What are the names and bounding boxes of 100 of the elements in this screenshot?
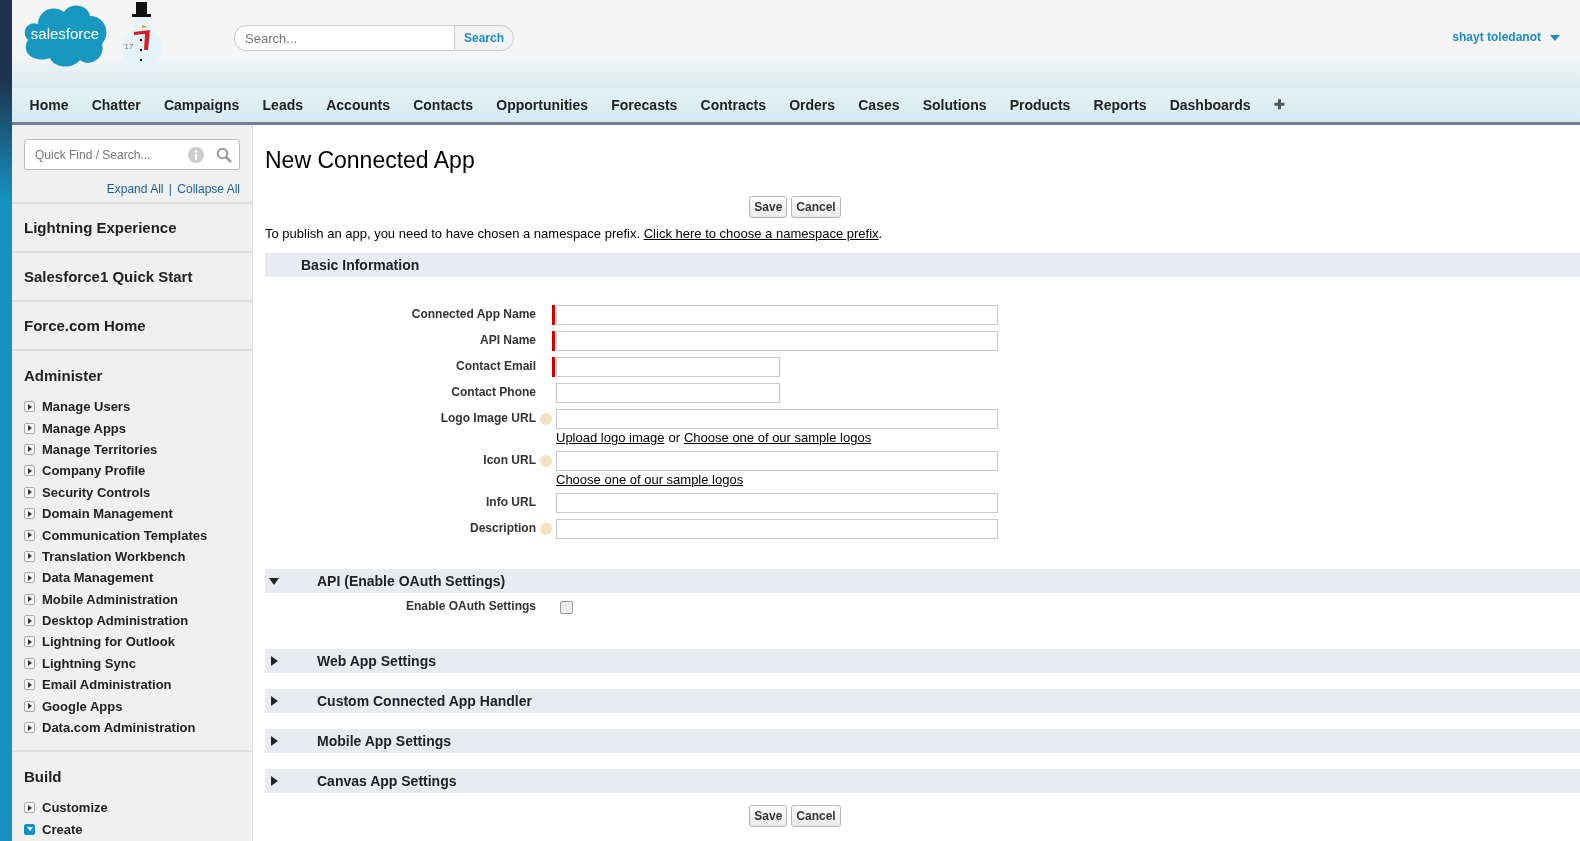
expand-arrow-icon[interactable] [269, 776, 279, 786]
sidebar-item[interactable]: Manage Territories [42, 441, 158, 457]
expand-arrow-icon[interactable] [269, 656, 279, 666]
sidebar-link[interactable]: Lightning Experience [12, 202, 252, 251]
section-header[interactable]: Custom Connected App Handler [265, 689, 1580, 713]
nav-tab[interactable]: Solutions [911, 88, 999, 122]
search-field[interactable]: Search... [234, 25, 454, 51]
expand-icon[interactable] [24, 401, 35, 413]
nav-tab[interactable]: Orders [777, 88, 847, 122]
field-label: Logo Image URL [440, 411, 536, 427]
expand-icon[interactable] [24, 443, 35, 455]
form-button[interactable]: Save [749, 196, 788, 218]
nav-tab[interactable]: Contacts [401, 88, 485, 122]
nav-tab[interactable]: Reports [1081, 88, 1159, 122]
page-title: New Connected App [265, 147, 476, 174]
sidebar-item[interactable]: Lightning for Outlook [42, 634, 175, 650]
section-header[interactable]: API (Enable OAuth Settings) [265, 569, 1580, 593]
sidebar-item[interactable]: Communication Templates [42, 527, 208, 543]
checkbox[interactable] [560, 601, 573, 614]
section-title: Web App Settings [317, 653, 436, 669]
expand-icon[interactable] [24, 465, 35, 477]
nav-tab[interactable]: Accounts [314, 88, 402, 122]
expand-all-link[interactable]: Expand All [106, 182, 164, 196]
expand-icon[interactable] [24, 722, 35, 734]
text-input[interactable] [556, 383, 780, 403]
text-input[interactable] [556, 409, 998, 429]
sidebar-item[interactable]: Customize [42, 800, 108, 816]
expand-icon[interactable] [24, 422, 35, 434]
sidebar-item[interactable]: Email Administration [42, 677, 172, 693]
sample-link[interactable]: Upload logo image [556, 430, 665, 445]
sidebar-item[interactable]: Create [42, 821, 83, 837]
sample-link[interactable]: Choose one of our sample logos [556, 472, 744, 487]
form-button[interactable]: Save [749, 805, 788, 827]
text-input[interactable] [556, 357, 780, 377]
expand-icon[interactable] [24, 529, 35, 541]
nav-tab[interactable]: Leads [250, 88, 315, 122]
sidebar-item[interactable]: Manage Users [42, 399, 131, 415]
nav-tab[interactable]: Contracts [689, 88, 778, 122]
expand-arrow-icon[interactable] [269, 696, 279, 706]
expand-icon[interactable] [24, 679, 35, 691]
sidebar-item[interactable]: Translation Workbench [42, 548, 186, 564]
sidebar-item[interactable]: Domain Management [42, 506, 173, 522]
year-label: '17 [123, 42, 134, 51]
sidebar-item[interactable]: Lightning Sync [42, 655, 136, 671]
expand-icon[interactable] [24, 657, 35, 669]
section-header[interactable]: Web App Settings [265, 649, 1580, 673]
expand-icon[interactable] [24, 615, 35, 627]
text-input[interactable] [556, 331, 998, 351]
collapse-icon[interactable] [24, 823, 35, 835]
section-header[interactable]: Mobile App Settings [265, 729, 1580, 753]
sidebar-item[interactable]: Data Management [42, 570, 154, 586]
sidebar-item[interactable]: Mobile Administration [42, 591, 179, 607]
sidebar-item[interactable]: Security Controls [42, 484, 151, 500]
nav-tab[interactable]: Opportunities [484, 88, 600, 122]
expand-icon[interactable] [24, 572, 35, 584]
sidebar-item[interactable]: Google Apps [42, 698, 123, 714]
nav-tab[interactable]: Dashboards [1158, 88, 1263, 122]
nav-tab[interactable]: Home [18, 88, 81, 122]
sidebar-heading: Administer [24, 367, 104, 384]
collapse-all-link[interactable]: Collapse All [177, 182, 240, 196]
namespace-link[interactable]: Click here to choose a namespace prefix [643, 226, 879, 241]
user-menu[interactable]: shayt toledanot [1452, 30, 1541, 44]
section-title: API (Enable OAuth Settings) [317, 573, 506, 589]
collapse-arrow-icon[interactable] [269, 576, 279, 586]
expand-icon[interactable] [24, 636, 35, 648]
expand-icon[interactable] [24, 700, 35, 712]
sidebar-link[interactable]: Salesforce1 Quick Start [12, 251, 252, 300]
nav-tab[interactable]: Forecasts [599, 88, 689, 122]
expand-icon[interactable] [24, 593, 35, 605]
form-button[interactable]: Cancel [791, 805, 841, 827]
sidebar-item[interactable]: Desktop Administration [42, 613, 189, 629]
text-input[interactable] [556, 519, 998, 539]
section-title: Canvas App Settings [317, 773, 457, 789]
nav-tab[interactable]: Products [998, 88, 1082, 122]
expand-icon[interactable] [24, 802, 35, 814]
quick-find-field[interactable]: Quick Find / Search... [24, 139, 240, 170]
field-label: API Name [479, 333, 536, 349]
expand-icon[interactable] [24, 486, 35, 498]
text-input[interactable] [556, 451, 998, 471]
expand-arrow-icon[interactable] [269, 736, 279, 746]
search-icon[interactable] [216, 147, 232, 163]
text-input[interactable] [556, 493, 998, 513]
text-input[interactable] [556, 305, 998, 325]
info-icon [188, 147, 204, 163]
field-label: Icon URL [483, 453, 536, 469]
section-title: Mobile App Settings [317, 733, 452, 749]
sidebar-item[interactable]: Data.com Administration [42, 720, 196, 736]
form-button[interactable]: Cancel [791, 196, 841, 218]
expand-icon[interactable] [24, 508, 35, 520]
sidebar-link[interactable]: Force.com Home [12, 300, 252, 349]
add-tab-button[interactable]: ✚ [1262, 88, 1297, 122]
sample-link[interactable]: Choose one of our sample logos [683, 430, 872, 445]
sidebar-item[interactable]: Manage Apps [42, 420, 127, 436]
section-header[interactable]: Canvas App Settings [265, 769, 1580, 793]
nav-tab[interactable]: Chatter [80, 88, 153, 122]
nav-tab[interactable]: Cases [846, 88, 912, 122]
expand-icon[interactable] [24, 550, 35, 562]
field-label: Enable OAuth Settings [406, 599, 536, 615]
sidebar-item[interactable]: Company Profile [42, 463, 146, 479]
nav-tab[interactable]: Campaigns [152, 88, 251, 122]
